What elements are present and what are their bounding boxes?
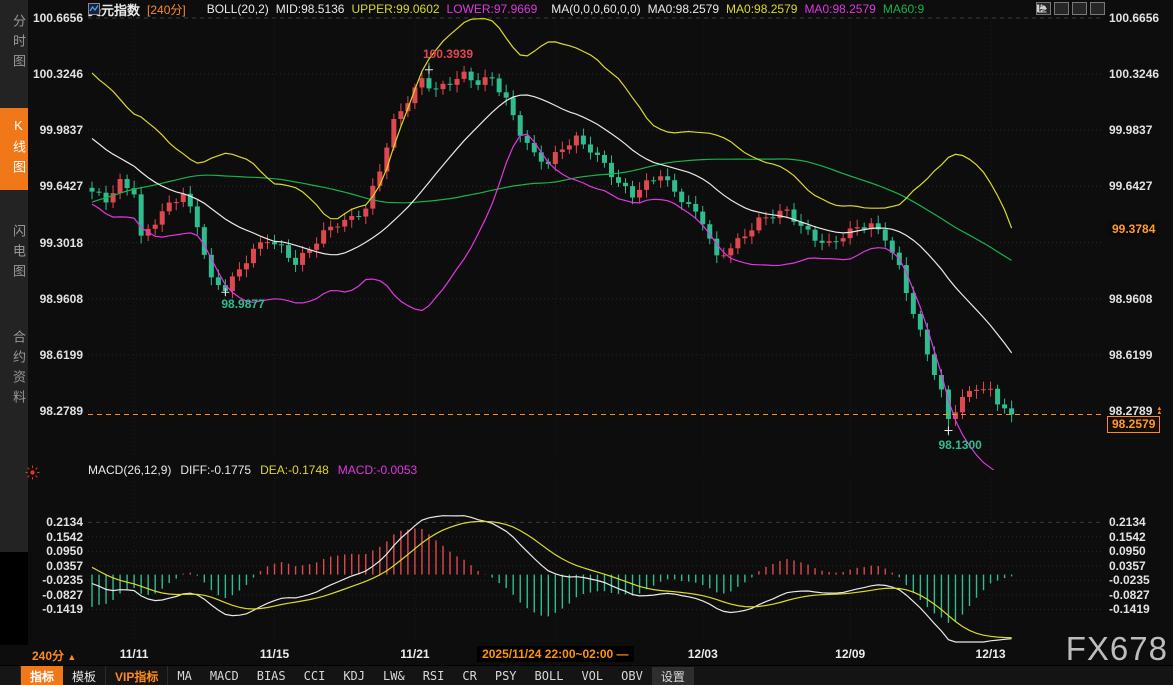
boll-lower-value: LOWER:97.9669	[447, 2, 538, 16]
watermark: FX678	[1066, 630, 1168, 668]
macd-header: MACD(26,12,9) DIFF:-0.1775 DEA:-0.1748 M…	[88, 463, 417, 477]
period-label[interactable]: [240分]	[147, 1, 186, 18]
ma0-yellow-value: MA0:98.2579	[726, 2, 797, 16]
macd-params-label: MACD(26,12,9)	[88, 463, 171, 477]
price-tick-label: 98.6199	[1109, 348, 1152, 362]
crosshair-datetime-label: 2025/11/24 22:00~02:00 —	[477, 646, 633, 662]
seek-price-arrows-icon: ▲▲	[1156, 407, 1162, 415]
indicator-button-bias[interactable]: BIAS	[248, 666, 295, 685]
indicator-header: 美元指数 [240分] BOLL(20,2) MID:98.5136 UPPER…	[88, 1, 924, 17]
boll-mid-value: MID:98.5136	[276, 2, 345, 16]
price-tick-label: -0.0827	[1109, 588, 1150, 602]
price-tick-label: 0.0950	[1109, 544, 1146, 558]
price-tick-label: -0.0235	[1109, 573, 1150, 587]
indicator-toolbar: 指标 模板 VIP指标 MAMACDBIASCCIKDJLW&RSICRPSYB…	[0, 665, 1173, 685]
chart-window-buttons	[1036, 2, 1105, 15]
right-price-axis: 99.3784 98.2579 100.6656 100.3246 99.9837 9…	[1106, 0, 1173, 648]
price-tick-label: -0.1419	[1109, 602, 1150, 616]
indicator-button-psy[interactable]: PSY	[486, 666, 526, 685]
sidebar-tab-contract-info[interactable]: 合约资料	[0, 320, 28, 420]
price-tick-label: 0.2134	[46, 515, 83, 529]
indicator-button-lw[interactable]: LW&	[374, 666, 414, 685]
price-tick-label: 0.0950	[46, 544, 83, 558]
price-tick-label: 100.6656	[1109, 11, 1159, 25]
price-tick-label: 0.0357	[46, 559, 83, 573]
tab-templates[interactable]: 模板	[63, 666, 105, 685]
indicator-button-cci[interactable]: CCI	[295, 666, 335, 685]
indicator-button-kdj[interactable]: KDJ	[334, 666, 374, 685]
price-tick-label: 0.1542	[1109, 530, 1146, 544]
indicator-button-rsi[interactable]: RSI	[414, 666, 454, 685]
high-price-annotation: 100.3939	[423, 47, 473, 61]
tab-vip-indicators[interactable]: VIP指标	[105, 666, 168, 685]
ma60-value: MA60:9	[883, 2, 924, 16]
add-pane-down-button[interactable]	[1072, 2, 1087, 15]
left-price-axis: 100.6656 100.3246 99.9837 99.6427 99.3018 98.…	[28, 0, 85, 648]
price-tick-label: -0.0235	[42, 573, 83, 587]
ma0-magenta-value: MA0:98.2579	[804, 2, 875, 16]
date-tick-label: 11/21	[400, 647, 429, 661]
indicator-button-cr[interactable]: CR	[453, 666, 485, 685]
ma-label: MA(0,0,0,60,0,0)	[551, 2, 640, 16]
indicator-button-[interactable]: 设置	[652, 667, 694, 685]
indicator-button-boll[interactable]: BOLL	[526, 666, 573, 685]
sidebar-tab-kline[interactable]: K线图	[0, 108, 28, 190]
prev-close-badge: 99.3784	[1108, 221, 1159, 237]
price-tick-label: 100.6656	[33, 11, 83, 25]
macd-diff-value: DIFF:-0.1775	[180, 463, 251, 477]
price-tick-label: 98.9608	[1109, 292, 1152, 306]
price-tick-label: 99.9837	[40, 123, 83, 137]
chart-mode-tabs: 分时图 K线图 闪电图 合约资料	[0, 0, 28, 552]
low-price-annotation-1: 98.9877	[221, 297, 264, 311]
date-tick-label: 12/09	[835, 647, 865, 661]
ma0-white-value: MA0:98.2579	[648, 2, 719, 16]
low-price-annotation-2: 98.1300	[938, 438, 981, 452]
macd-pane[interactable]	[88, 470, 1108, 648]
chart-plot-area[interactable]	[88, 0, 1108, 648]
indicator-button-obv[interactable]: OBV	[612, 666, 652, 685]
date-tick-label: 11/11	[120, 647, 149, 661]
price-tick-label: 100.3246	[33, 67, 83, 81]
sidebar-tab-timeline[interactable]: 分时图	[0, 4, 28, 84]
price-pane[interactable]	[88, 0, 1108, 470]
price-tick-label: 99.3018	[40, 236, 83, 250]
price-tick-label: -0.1419	[42, 602, 83, 616]
price-tick-label: 99.6427	[40, 179, 83, 193]
indicator-button-ma[interactable]: MA	[168, 666, 200, 685]
chart-window: 美元指数 [240分] BOLL(20,2) MID:98.5136 UPPER…	[28, 0, 1173, 645]
date-tick-label: 11/15	[260, 647, 289, 661]
tab-indicators[interactable]: 指标	[21, 666, 63, 685]
indicator-button-macd[interactable]: MACD	[201, 666, 248, 685]
price-tick-label: 0.1542	[46, 530, 83, 544]
macd-dea-value: DEA:-0.1748	[260, 463, 329, 477]
add-pane-up-button[interactable]	[1054, 2, 1069, 15]
left-sidebar: 分时图 K线图 闪电图 合约资料	[0, 0, 28, 645]
price-tick-label: 98.2789	[40, 404, 83, 418]
macd-macd-value: MACD:-0.0053	[338, 463, 417, 477]
boll-label: BOLL(20,2)	[207, 2, 269, 16]
date-tick-label: 12/03	[688, 647, 718, 661]
period-up-arrow-icon: ▲	[67, 652, 76, 662]
shift-right-button[interactable]	[1090, 2, 1105, 15]
period-selector[interactable]: 240分 ▲	[32, 647, 76, 664]
boll-upper-value: UPPER:99.0602	[351, 2, 439, 16]
indicator-buttons: MAMACDBIASCCIKDJLW&RSICRPSYBOLLVOLOBV设置	[168, 666, 693, 685]
price-tick-label: 0.0357	[1109, 559, 1146, 573]
indicator-button-vol[interactable]: VOL	[572, 666, 612, 685]
price-tick-label: 99.9837	[1109, 123, 1152, 137]
price-tick-label: -0.0827	[42, 588, 83, 602]
last-price-box: 98.2579	[1107, 416, 1160, 433]
sidebar-tab-lightning[interactable]: 闪电图	[0, 214, 28, 294]
price-tick-label: 99.6427	[1109, 179, 1152, 193]
price-tick-label: 98.9608	[40, 292, 83, 306]
toolbar-corner	[0, 666, 21, 685]
price-tick-label: 98.6199	[40, 348, 83, 362]
date-tick-label: 12/13	[976, 647, 1006, 661]
price-tick-label: 0.2134	[1109, 515, 1146, 529]
time-axis: 240分 ▲ 2025/11/24 22:00~02:00 — 11/11 11/…	[0, 645, 1173, 665]
price-tick-label: 100.3246	[1109, 67, 1159, 81]
